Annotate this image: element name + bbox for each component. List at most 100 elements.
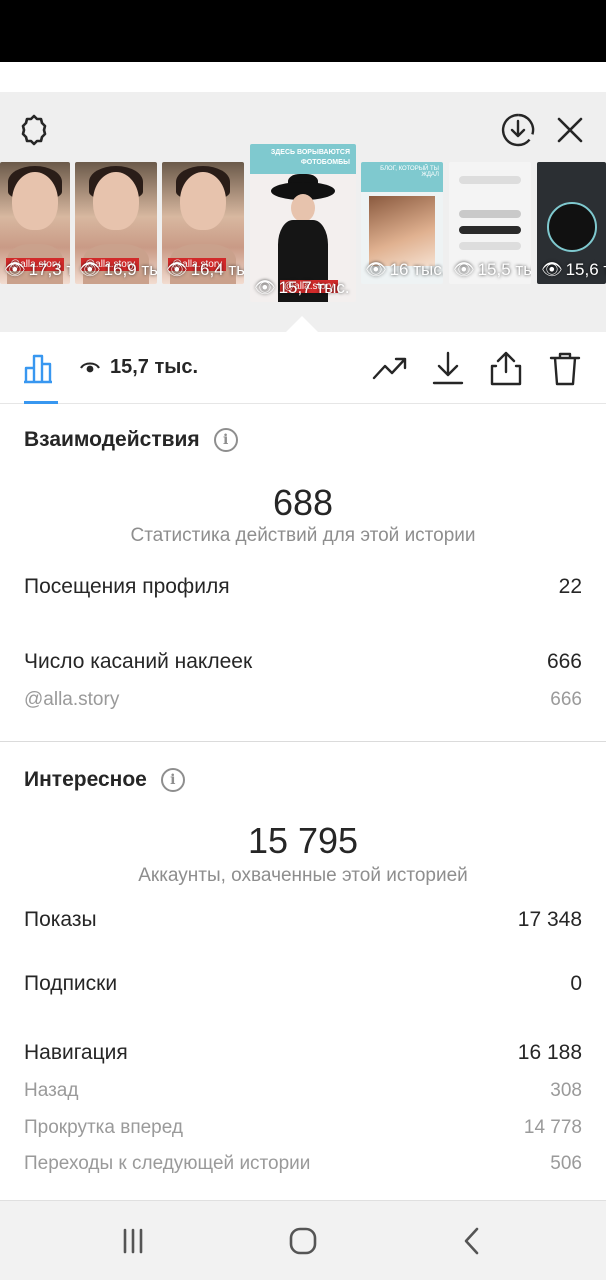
thumbnail-image <box>12 172 58 230</box>
eye-icon: 👁 <box>541 260 563 279</box>
selection-pointer <box>286 316 318 332</box>
thumbnail-views: 👁17,3 тыс. <box>4 260 70 280</box>
download-icon[interactable] <box>428 348 468 388</box>
trending-icon[interactable] <box>370 348 410 388</box>
info-icon[interactable]: i <box>160 768 185 792</box>
discovery-caption: Аккаунты, охваченные этой историей <box>138 865 468 886</box>
thumbnail-image <box>180 172 226 230</box>
thumbnail-image <box>291 194 315 222</box>
eye-icon: 👁 <box>254 278 276 297</box>
stat-value: 666 <box>546 650 582 673</box>
stat-label: Переходы к следующей истории <box>24 1153 311 1174</box>
story-selector: @alla.story 👁17,3 тыс. @alla.story 👁16,9… <box>0 92 606 332</box>
stat-label: @alla.story <box>24 689 120 710</box>
thumbnail-views: 👁 16 тыс. <box>365 260 443 280</box>
stat-label: Навигация <box>24 1041 128 1064</box>
eye-icon: 👁 <box>453 260 475 279</box>
thumbnail-image <box>93 172 139 230</box>
thumbnail-image <box>459 242 521 250</box>
thumbnail-views-value: 15,6 тыс. <box>565 260 606 279</box>
stat-subrow: Назад 308 <box>24 1080 582 1102</box>
story-thumbnail[interactable]: @alla.story 👁16,4 тыс. <box>162 162 244 284</box>
stat-subrow[interactable]: @alla.story 666 <box>24 689 582 711</box>
thumbnail-image <box>369 196 435 266</box>
thumbnail-image <box>459 176 521 184</box>
story-thumbnail[interactable]: 👁15,6 тыс. <box>537 162 606 284</box>
status-bar <box>0 0 606 62</box>
section-divider <box>0 741 606 742</box>
close-icon[interactable] <box>550 110 590 150</box>
stat-value: 17 348 <box>517 908 582 931</box>
discovery-title-text: Интересное <box>24 768 147 791</box>
eye-icon: 👁 <box>166 260 188 279</box>
thumbnail-views-value: 15,7 тыс. <box>278 278 350 297</box>
stat-value: 16 188 <box>517 1041 582 1064</box>
interactions-caption: Статистика действий для этой истории <box>130 525 476 546</box>
thumbnail-image <box>546 202 597 252</box>
stat-label: Подписки <box>24 972 118 995</box>
back-icon[interactable] <box>452 1221 492 1261</box>
views-count-value: 15,7 тыс. <box>110 356 199 378</box>
discovery-total: 15 795 <box>247 820 359 861</box>
stat-label: Число касаний наклеек <box>24 650 253 673</box>
insights-content[interactable]: Взаимодействия i 688 Статистика действий… <box>0 404 606 1200</box>
bar-chart-icon[interactable] <box>20 348 60 388</box>
stat-value: 22 <box>558 575 582 598</box>
thumbnail-image: БЛОГ, КОТОРЫЙ ТЫ ЖДАЛ <box>361 162 443 192</box>
thumbnail-views: 👁16,9 тыс. <box>79 260 157 280</box>
eye-icon <box>80 362 100 372</box>
thumbnail-banner: ЗДЕСЬ ВОРЫВАЮТСЯ ФОТОБОМБЫ <box>250 144 356 174</box>
thumbnail-views: 👁 15,7 тыс. <box>254 278 350 298</box>
stat-row: Подписки 0 <box>24 972 582 996</box>
settings-gear-icon[interactable] <box>14 110 54 150</box>
recent-apps-icon[interactable] <box>113 1221 153 1261</box>
stat-value: 506 <box>550 1153 582 1174</box>
stat-row: Навигация 16 188 <box>24 1041 582 1065</box>
info-icon[interactable]: i <box>213 428 238 452</box>
stat-row[interactable]: Число касаний наклеек 666 <box>24 650 582 674</box>
thumbnail-views: 👁15,6 тыс. <box>541 260 606 280</box>
views-count: 15,7 тыс. <box>80 356 198 379</box>
thumbnail-views-value: 16,4 тыс. <box>190 260 244 279</box>
top-spacer <box>0 62 606 92</box>
story-thumbnail-selected[interactable]: ЗДЕСЬ ВОРЫВАЮТСЯ ФОТОБОМБЫ @alla.story 👁… <box>250 144 356 302</box>
thumbnail-image <box>459 210 521 218</box>
discovery-section-title: Интересное i <box>24 768 185 792</box>
eye-icon: 👁 <box>365 260 387 279</box>
stat-row: Показы 17 348 <box>24 908 582 932</box>
thumbnail-views-value: 17,3 тыс. <box>28 260 70 279</box>
stat-value: 0 <box>570 972 582 995</box>
story-thumbnail[interactable]: БЛОГ, КОТОРЫЙ ТЫ ЖДАЛ 👁 16 тыс. <box>361 162 443 284</box>
stat-row: Посещения профиля 22 <box>24 575 582 599</box>
eye-icon: 👁 <box>4 260 26 279</box>
stat-value: 666 <box>550 689 582 710</box>
stat-label: Прокрутка вперед <box>24 1117 183 1138</box>
download-circle-icon[interactable] <box>498 110 538 150</box>
stat-subrow: Переходы к следующей истории 506 <box>24 1153 582 1175</box>
story-thumbnail[interactable]: @alla.story 👁17,3 тыс. <box>0 162 70 284</box>
thumbnail-views-value: 16,9 тыс. <box>103 260 157 279</box>
stat-label: Посещения профиля <box>24 575 230 598</box>
thumbnail-views: 👁15,5 тыс. <box>453 260 531 280</box>
story-thumbnail[interactable]: 👁15,5 тыс. <box>449 162 531 284</box>
stat-value: 308 <box>550 1080 582 1101</box>
system-navigation-bar <box>0 1200 606 1280</box>
thumbnail-image <box>459 226 521 234</box>
eye-icon: 👁 <box>79 260 101 279</box>
stat-subrow: Прокрутка вперед 14 778 <box>24 1117 582 1139</box>
story-toolbar: 15,7 тыс. <box>0 332 606 404</box>
share-icon[interactable] <box>486 348 526 388</box>
interactions-title-text: Взаимодействия <box>24 428 200 451</box>
stat-label: Показы <box>24 908 97 931</box>
stat-value: 14 778 <box>523 1117 582 1138</box>
story-thumbnail[interactable]: @alla.story 👁16,9 тыс. <box>75 162 157 284</box>
home-icon[interactable] <box>283 1221 323 1261</box>
thumbnail-views-value: 16 тыс. <box>389 260 443 279</box>
delete-trash-icon[interactable] <box>545 348 585 388</box>
interactions-section-title: Взаимодействия i <box>24 428 238 452</box>
thumbnail-views-value: 15,5 тыс. <box>477 260 531 279</box>
thumbnail-banner: БЛОГ, КОТОРЫЙ ТЫ ЖДАЛ <box>380 166 439 178</box>
thumbnail-views: 👁16,4 тыс. <box>166 260 244 280</box>
stat-label: Назад <box>24 1080 79 1101</box>
interactions-total: 688 <box>272 482 334 523</box>
